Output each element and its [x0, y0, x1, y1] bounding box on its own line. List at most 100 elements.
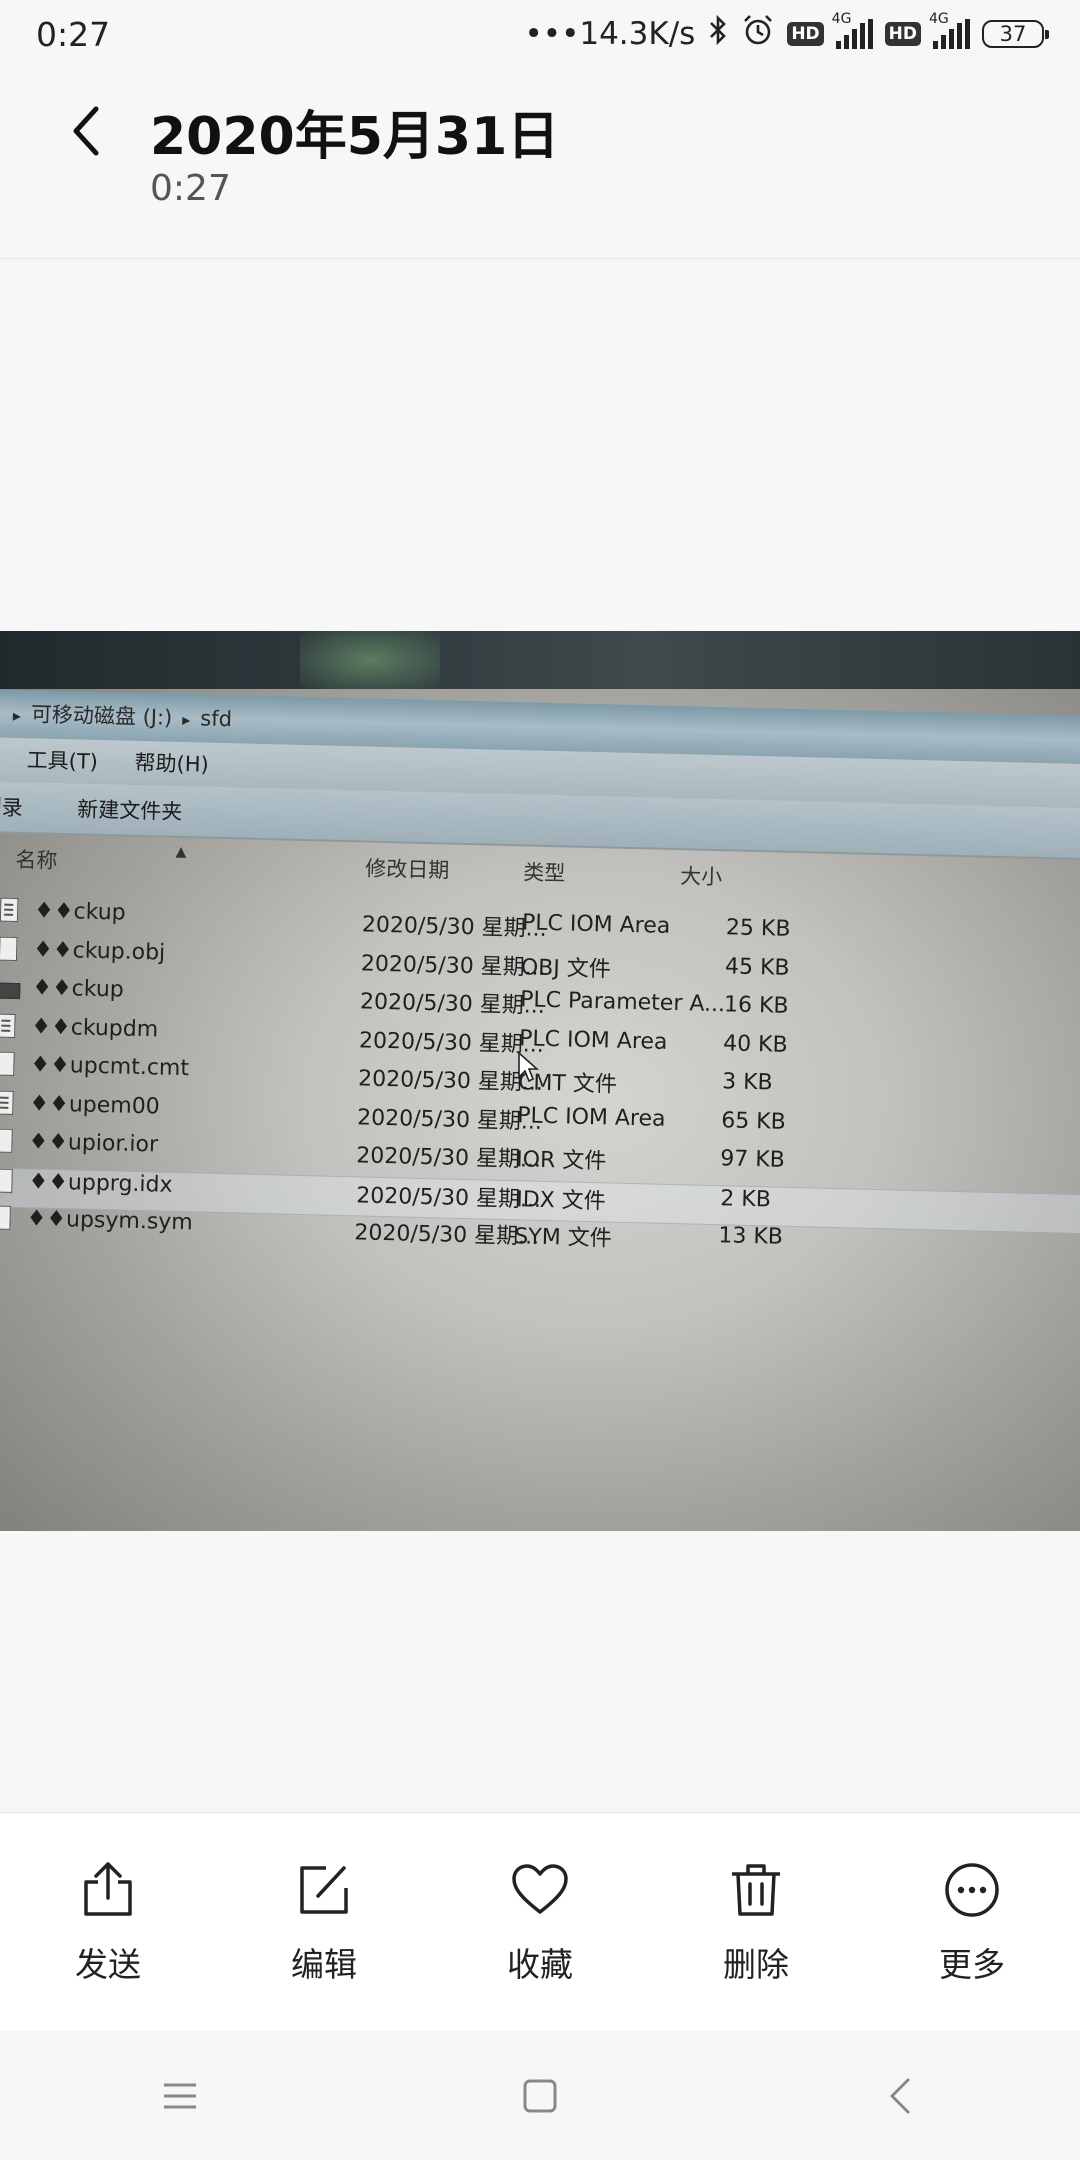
toolbar-new-folder: 新建文件夹 [77, 797, 183, 824]
chip-icon [0, 982, 21, 1000]
file-name: ♦♦upior.ior [28, 1129, 159, 1158]
file-name: ♦♦ckup.obj [32, 936, 166, 966]
more-button[interactable]: 更多 [897, 1832, 1047, 2012]
menu-help: 帮助(H) [134, 750, 210, 777]
file-date: 2020/5/30 星期... [357, 1066, 544, 1096]
file-date: 2020/5/30 星期... [355, 1182, 542, 1213]
text-file-icon [0, 1013, 16, 1038]
alarm-icon [741, 13, 775, 55]
action-bar: 发送 编辑 收藏 删除 更多 [0, 1812, 1080, 2032]
file-name: ♦♦ckupdm [31, 1013, 159, 1042]
file-type: OBJ 文件 [520, 954, 612, 982]
file-name: ♦♦upcmt.cmt [30, 1052, 190, 1082]
file-name: ♦♦upprg.idx [28, 1168, 173, 1198]
home-icon [523, 2079, 557, 2112]
mouse-cursor-icon [518, 1051, 539, 1083]
photo-viewer[interactable]: ▸可移动磁盘 (J:)▸sfd ) 工具(T) 帮助(H) 刻录 新建文件夹 名… [0, 259, 1080, 1812]
menu-icon [164, 2083, 196, 2108]
bluetooth-icon [707, 14, 729, 54]
file-type: IOR 文件 [515, 1147, 607, 1175]
chevron-left-icon [73, 106, 99, 156]
status-bar: 0:27 •••14.3K/s HD 4G HD 4G 37 [0, 0, 1080, 68]
photo[interactable]: ▸可移动磁盘 (J:)▸sfd ) 工具(T) 帮助(H) 刻录 新建文件夹 名… [0, 631, 1080, 1531]
column-date: 修改日期 [364, 856, 450, 883]
file-size: 3 KB [721, 1069, 773, 1096]
toolbar-burn: 刻录 [0, 795, 23, 821]
delete-label: 删除 [723, 1945, 789, 1984]
file-icon [0, 1051, 15, 1076]
more-icon [945, 1863, 999, 1917]
favorite-button[interactable]: 收藏 [465, 1832, 615, 2012]
delete-button[interactable]: 删除 [681, 1832, 831, 2012]
page-title: 2020年5月31日 [150, 107, 560, 167]
file-icon [0, 936, 18, 961]
trash-icon [732, 1864, 780, 1916]
send-label: 发送 [75, 1945, 141, 1984]
text-file-icon [0, 897, 19, 923]
home-button[interactable] [490, 2046, 590, 2146]
edit-button[interactable]: 编辑 [249, 1832, 399, 2012]
back-button[interactable] [56, 96, 116, 166]
file-type: SYM 文件 [514, 1224, 613, 1252]
file-size: 65 KB [720, 1107, 787, 1135]
signal-icon: 4G [832, 11, 873, 49]
address-folder: sfd [200, 706, 233, 732]
hd-badge-2: HD [884, 22, 921, 46]
battery-icon: 37 [982, 20, 1049, 48]
file-icon [0, 1168, 13, 1193]
file-icon [0, 1205, 11, 1230]
menu-tools: 工具(T) [26, 748, 99, 774]
menu-button[interactable] [130, 2046, 230, 2146]
heart-icon [512, 1864, 568, 1914]
more-label: 更多 [939, 1945, 1005, 1984]
viewer-header: 2020年5月31日 0:27 [0, 68, 1080, 259]
sort-arrow-icon: ▲ [175, 843, 187, 861]
signal-icon-2: 4G [929, 11, 970, 49]
file-name: ♦♦upem00 [29, 1090, 161, 1120]
status-time: 0:27 [36, 14, 111, 54]
file-size: 25 KB [725, 915, 791, 942]
file-type: PLC IOM Area [521, 910, 671, 939]
file-type: PLC IOM Area [517, 1102, 666, 1132]
file-icon [0, 1128, 13, 1153]
file-date: 2020/5/30 星期... [355, 1143, 542, 1173]
gallery-photo-viewer: 0:27 •••14.3K/s HD 4G HD 4G 37 2020年5月31… [0, 0, 1080, 2160]
battery-level: 37 [999, 22, 1027, 46]
file-size: 13 KB [718, 1223, 784, 1250]
text-file-icon [0, 1090, 14, 1115]
file-size: 2 KB [720, 1185, 772, 1212]
file-type: PLC IOM Area [518, 1025, 668, 1055]
file-date: 2020/5/30 星期... [361, 912, 547, 942]
system-nav-bar [0, 2031, 1080, 2160]
file-size: 40 KB [722, 1030, 788, 1058]
file-size: 97 KB [719, 1146, 786, 1173]
share-icon [84, 1862, 132, 1916]
column-size: 大小 [679, 864, 723, 890]
file-date: 2020/5/30 星期... [359, 989, 546, 1019]
file-date: 2020/5/30 星期... [360, 950, 547, 981]
file-type: PLC Parameter A... [519, 987, 726, 1018]
file-date: 2020/5/30 星期... [356, 1104, 543, 1135]
address-drive: 可移动磁盘 (J:) [30, 702, 173, 730]
file-size: 45 KB [724, 953, 790, 981]
network-speed: •••14.3K/s [524, 16, 696, 52]
back-icon [890, 2078, 910, 2113]
network-type-2: 4G [929, 11, 949, 27]
file-name: ♦♦ckup [33, 898, 126, 926]
favorite-label: 收藏 [507, 1945, 573, 1984]
column-name: 名称 [15, 847, 58, 873]
network-type: 4G [831, 11, 852, 27]
status-icons: •••14.3K/s HD 4G HD 4G 37 [524, 11, 1049, 55]
hd-badge: HD [787, 22, 824, 46]
send-button[interactable]: 发送 [33, 1832, 183, 2012]
file-date: 2020/5/30 星期... [354, 1220, 540, 1250]
file-type: IDX 文件 [515, 1186, 607, 1214]
page-subtitle: 0:27 [150, 168, 231, 209]
file-name: ♦♦upsym.sym [26, 1206, 194, 1236]
file-name: ♦♦ckup [31, 975, 125, 1003]
nav-back-button[interactable] [850, 2046, 950, 2146]
file-size: 16 KB [723, 992, 789, 1019]
edit-label: 编辑 [291, 1945, 357, 1984]
column-type: 类型 [522, 860, 566, 886]
edit-icon [300, 1866, 348, 1914]
